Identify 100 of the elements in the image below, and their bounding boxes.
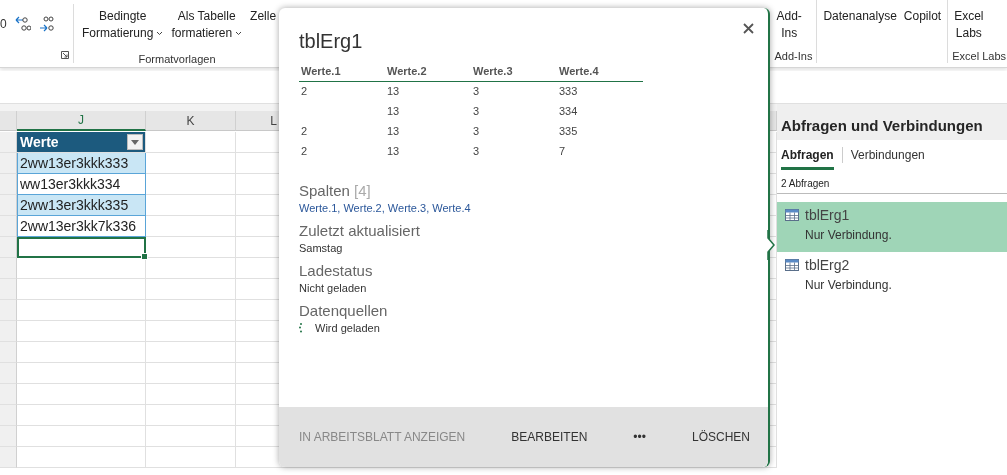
- row-header[interactable]: [0, 216, 17, 237]
- grid-cell[interactable]: [146, 174, 236, 195]
- grid-cell[interactable]: [17, 258, 146, 279]
- query-detail: Nur Verbindung.: [804, 278, 893, 292]
- preview-cell-text: 335: [558, 124, 579, 139]
- row-header[interactable]: [0, 132, 17, 153]
- table-cell: 2ww13er3kk7k336: [17, 216, 146, 237]
- ribbon-button[interactable]: Copilot: [901, 8, 944, 25]
- action-button[interactable]: •••: [625, 426, 654, 448]
- section-value: Wird geladen: [315, 322, 380, 334]
- dialog-launcher-icon[interactable]: [61, 51, 69, 59]
- group-label: Formatvorlagen: [137, 52, 217, 66]
- row-header[interactable]: [0, 363, 17, 384]
- grid-cell[interactable]: [146, 237, 236, 258]
- table-icon: [785, 259, 799, 271]
- preview-column-header: Werte.4: [557, 63, 643, 82]
- grid-cell[interactable]: [146, 132, 236, 153]
- table-cell: 2ww13er3kkk335: [17, 195, 146, 216]
- loading-spinner-icon: [299, 323, 303, 333]
- group-label: Excel Labs: [952, 49, 1006, 63]
- preview-cell-text: 13: [386, 144, 401, 159]
- row-header[interactable]: [0, 426, 17, 447]
- section-heading: Datenquellen: [299, 302, 389, 319]
- column-list-link[interactable]: Werte.1, Werte.2, Werte.3, Werte.4: [299, 202, 471, 214]
- ribbon-button[interactable]: Excel Labs: [952, 8, 986, 42]
- grid-cell[interactable]: [146, 279, 236, 300]
- table-header-cell: Werte: [17, 132, 146, 153]
- section-value: Nicht geladen: [299, 282, 367, 294]
- row-header[interactable]: [0, 174, 17, 195]
- row-header[interactable]: [0, 321, 17, 342]
- query-name: tblErg2: [805, 257, 850, 273]
- query-name: tblErg1: [805, 207, 850, 223]
- action-button[interactable]: BEARBEITEN: [503, 426, 596, 448]
- preview-cell-text: 3: [472, 104, 481, 119]
- query-item[interactable]: tblErg2 Nur Verbindung.: [777, 252, 1007, 302]
- action-button[interactable]: LÖSCHEN: [683, 426, 758, 448]
- row-header[interactable]: [0, 405, 17, 426]
- selected-cell[interactable]: [17, 237, 146, 258]
- grid-cell[interactable]: [146, 321, 236, 342]
- column-header[interactable]: J: [17, 111, 146, 131]
- grid-cell[interactable]: [146, 153, 236, 174]
- tab[interactable]: Verbindungen: [850, 146, 925, 170]
- grid-cell[interactable]: [146, 195, 236, 216]
- preview-cell-text: 3: [472, 144, 481, 159]
- preview-cell-text: 333: [558, 84, 579, 99]
- grid-cell[interactable]: [146, 363, 236, 384]
- increase-decimal-icon[interactable]: [38, 15, 55, 33]
- row-header[interactable]: [0, 342, 17, 363]
- grid-cell[interactable]: [146, 426, 236, 447]
- row-header[interactable]: [0, 153, 17, 174]
- ribbon-button[interactable]: Add- Ins: [774, 8, 804, 42]
- ribbon-text: 0: [0, 17, 7, 31]
- section-heading: Zuletzt aktualisiert: [299, 222, 421, 239]
- dropdown-arrow-icon: [131, 139, 139, 145]
- ribbon-button[interactable]: Als Tabelle formatieren: [169, 8, 245, 42]
- popup-title: tblErg1: [299, 30, 364, 53]
- select-all-corner[interactable]: [0, 111, 17, 131]
- grid-cell[interactable]: [17, 384, 146, 405]
- row-header[interactable]: [0, 237, 17, 258]
- grid-cell[interactable]: [146, 384, 236, 405]
- preview-cell-text: 2: [300, 144, 309, 159]
- row-header[interactable]: [0, 384, 17, 405]
- preview-cell-text: 334: [558, 104, 579, 119]
- grid-cell[interactable]: [146, 258, 236, 279]
- row-header[interactable]: [0, 300, 17, 321]
- grid-cell[interactable]: [17, 321, 146, 342]
- grid-cell[interactable]: [17, 279, 146, 300]
- grid-cell[interactable]: [146, 216, 236, 237]
- preview-cell-text: 7: [558, 144, 567, 159]
- preview-cell-text: 13: [386, 124, 401, 139]
- grid-cell[interactable]: [17, 342, 146, 363]
- grid-cell[interactable]: [17, 447, 146, 468]
- table-icon: [785, 209, 799, 221]
- grid-cell[interactable]: [146, 405, 236, 426]
- grid-cell[interactable]: [17, 300, 146, 321]
- preview-cell-text: 13: [386, 84, 401, 99]
- column-header[interactable]: K: [146, 111, 236, 131]
- row-header[interactable]: [0, 258, 17, 279]
- row-header[interactable]: [0, 195, 17, 216]
- table-cell: 2ww13er3kkk333: [17, 153, 146, 174]
- ribbon-button[interactable]: Bedingte Formatierung: [80, 8, 166, 42]
- close-icon: [743, 23, 754, 34]
- row-header[interactable]: [0, 447, 17, 468]
- query-item[interactable]: tblErg1 Nur Verbindung.: [777, 202, 1007, 252]
- fill-handle[interactable]: [141, 253, 148, 260]
- filter-button[interactable]: [127, 134, 143, 150]
- query-count: 2 Abfragen: [777, 170, 1007, 194]
- section-value: Samstag: [299, 242, 343, 254]
- decrease-decimal-icon[interactable]: [14, 15, 31, 33]
- ribbon-button[interactable]: Datenanalyse: [821, 8, 899, 25]
- section-heading: Spalten [4]: [299, 182, 372, 199]
- pane-title: Abfragen und Verbindungen: [777, 104, 1007, 140]
- grid-cell[interactable]: [146, 300, 236, 321]
- grid-cell[interactable]: [17, 405, 146, 426]
- grid-cell[interactable]: [146, 342, 236, 363]
- row-header[interactable]: [0, 279, 17, 300]
- ribbon-button[interactable]: Zelle: [248, 8, 279, 25]
- grid-cell[interactable]: [17, 363, 146, 384]
- grid-cell[interactable]: [146, 447, 236, 468]
- grid-cell[interactable]: [17, 426, 146, 447]
